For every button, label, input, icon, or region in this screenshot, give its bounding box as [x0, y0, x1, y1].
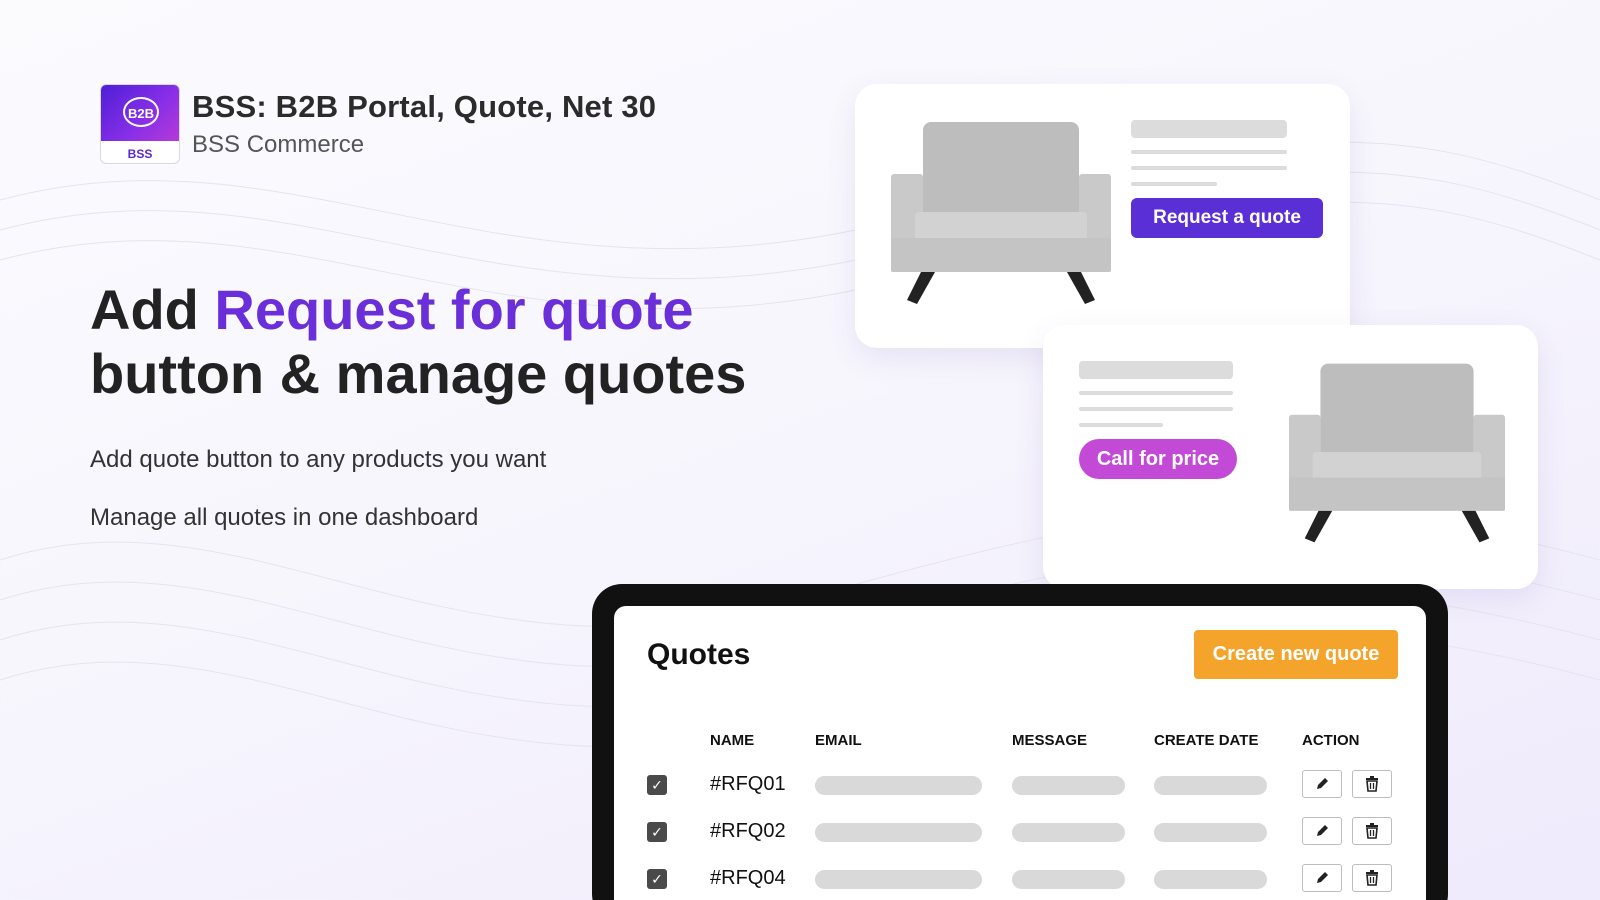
check-icon: ✓	[651, 823, 663, 840]
armchair-image	[1289, 363, 1505, 543]
row-checkbox[interactable]: ✓	[647, 775, 667, 795]
delete-button[interactable]	[1352, 817, 1392, 845]
skeleton-line	[1079, 407, 1233, 411]
column-header-create-date: CREATE DATE	[1154, 732, 1259, 749]
row-id: #RFQ02	[710, 820, 786, 842]
app-vendor: BSS Commerce	[192, 131, 365, 158]
skeleton-title	[1131, 120, 1287, 138]
skeleton-line	[1131, 150, 1287, 154]
column-header-message: MESSAGE	[1012, 732, 1088, 749]
headline-accent: Request for quote	[214, 278, 694, 341]
check-icon: ✓	[651, 870, 663, 887]
quotes-dashboard: Quotes Create new quote NAME EMAIL MESSA…	[614, 606, 1426, 900]
pencil-icon	[1317, 778, 1328, 789]
column-header-name: NAME	[710, 732, 755, 749]
logo-b2b-text: B2B	[123, 97, 159, 127]
date-placeholder	[1154, 823, 1267, 842]
create-new-quote-button[interactable]: Create new quote	[1194, 630, 1398, 679]
armchair-image	[891, 122, 1111, 304]
skeleton-line	[1079, 423, 1163, 427]
headline-line2: button & manage quotes	[90, 342, 747, 405]
trash-icon	[1366, 776, 1378, 792]
row-checkbox[interactable]: ✓	[647, 869, 667, 889]
app-title: BSS: B2B Portal, Quote, Net 30	[192, 89, 657, 124]
check-icon: ✓	[651, 776, 663, 793]
delete-button[interactable]	[1352, 864, 1392, 892]
pencil-icon	[1317, 872, 1328, 883]
request-quote-button[interactable]: Request a quote	[1131, 198, 1323, 238]
logo-bss-text: BSS	[127, 147, 153, 161]
hero-headline: Add Request for quote button & manage qu…	[90, 278, 746, 406]
row-checkbox[interactable]: ✓	[647, 822, 667, 842]
email-placeholder	[815, 870, 982, 889]
row-id: #RFQ04	[710, 867, 786, 889]
message-placeholder	[1012, 776, 1125, 795]
skeleton-line	[1079, 391, 1233, 395]
page-title: Quotes	[647, 638, 751, 671]
skeleton-title	[1079, 361, 1233, 379]
app-header: B2B BSS BSS: B2B Portal, Quote, Net 30 B…	[100, 84, 656, 164]
subheading-1: Add quote button to any products you wan…	[90, 446, 547, 473]
column-header-action: ACTION	[1302, 732, 1360, 749]
message-placeholder	[1012, 870, 1125, 889]
table-row: ✓ #RFQ04	[614, 864, 1426, 894]
table-row: ✓ #RFQ02	[614, 817, 1426, 847]
pencil-icon	[1317, 825, 1328, 836]
product-card-request-quote: Request a quote	[855, 84, 1350, 348]
tablet-frame: Quotes Create new quote NAME EMAIL MESSA…	[592, 584, 1448, 900]
date-placeholder	[1154, 776, 1267, 795]
table-row: ✓ #RFQ01	[614, 770, 1426, 800]
email-placeholder	[815, 823, 982, 842]
skeleton-line	[1131, 182, 1217, 186]
headline-prefix: Add	[90, 278, 215, 341]
delete-button[interactable]	[1352, 770, 1392, 798]
column-header-email: EMAIL	[815, 732, 862, 749]
edit-button[interactable]	[1302, 864, 1342, 892]
trash-icon	[1366, 823, 1378, 839]
trash-icon	[1366, 870, 1378, 886]
skeleton-line	[1131, 166, 1287, 170]
date-placeholder	[1154, 870, 1267, 889]
message-placeholder	[1012, 823, 1125, 842]
edit-button[interactable]	[1302, 770, 1342, 798]
row-id: #RFQ01	[710, 773, 786, 795]
call-for-price-button[interactable]: Call for price	[1079, 439, 1237, 479]
subheading-2: Manage all quotes in one dashboard	[90, 504, 479, 531]
app-logo: B2B BSS	[100, 84, 180, 164]
product-card-call-price: Call for price	[1043, 325, 1538, 589]
email-placeholder	[815, 776, 982, 795]
edit-button[interactable]	[1302, 817, 1342, 845]
